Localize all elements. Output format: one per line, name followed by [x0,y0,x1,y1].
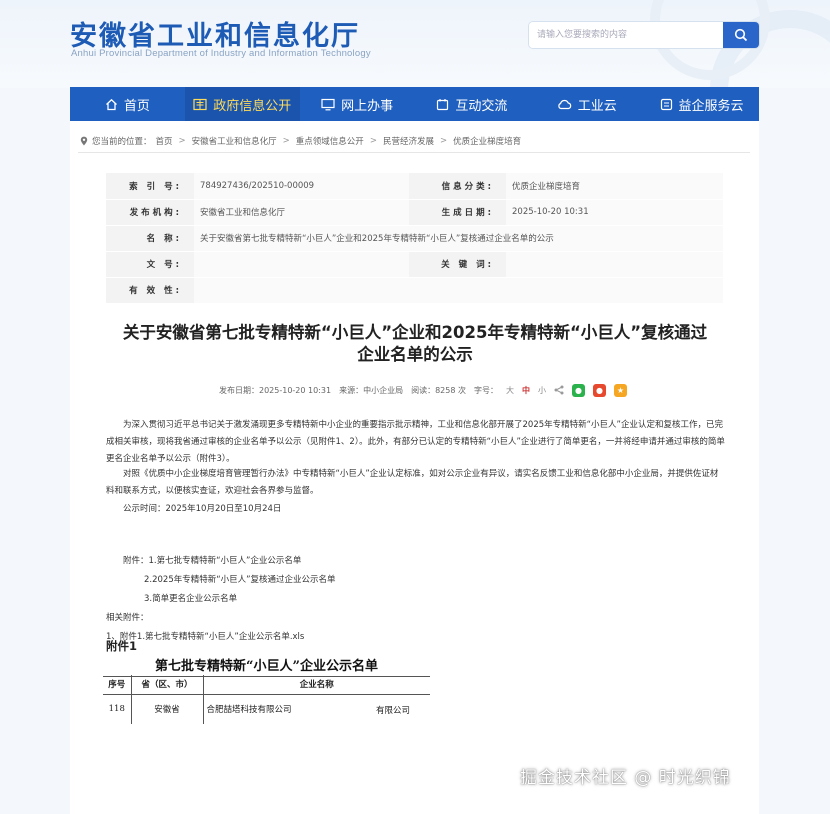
document-meta-table: 索 引 号: 784927436/202510-00009 信息分类: 优质企业… [106,173,723,304]
search-icon [734,28,748,42]
attachment-item: 2.2025年专精特新“小巨人”复核通过企业公示名单 [144,575,336,585]
meta-value [194,251,409,278]
divider [78,152,750,153]
wechat-share-icon[interactable]: ● [572,383,585,397]
search-button[interactable] [723,22,759,48]
breadcrumb-item[interactable]: 安徽省工业和信息化厅 [192,135,277,147]
article-paragraph: 为深入贯彻习近平总书记关于激发涌现更多专精特新中小企业的重要指示批示精神，工业和… [106,420,725,464]
attachment-list: 附件：1.第七批专精特新“小巨人”企业公示名单 2.2025年专精特新“小巨人”… [106,552,506,647]
article-info-bar: 发布日期：2025-10-20 10:31 来源：中小企业局 阅读：8258 次… [219,382,627,398]
table-header: 省（区、市） [131,675,204,695]
table-cell-extra: 有限公司 [376,706,411,716]
table-header: 序号 [103,675,132,695]
meta-label: 生成日期: [409,199,506,226]
breadcrumb-separator: > [439,136,448,146]
meta-label: 信息分类: [409,173,506,200]
publish-date: 发布日期：2025-10-20 10:31 [219,385,332,395]
meta-value: 2025-10-20 10:31 [506,199,723,226]
document-icon [193,98,207,110]
meta-label: 名 称: [106,225,194,252]
cloud-icon [558,99,571,110]
article-title: 关于安徽省第七批专精特新“小巨人”企业和2025年专精特新“小巨人”复核通过 企… [100,322,730,366]
publicity-period: 公示时间：2025年10月20日至10月24日 [123,504,282,514]
breadcrumb: 您当前的位置： 首页 > 安徽省工业和信息化厅 > 重点领域信息公开 > 民营经… [80,132,521,150]
attachment-heading: 附件1 [106,639,138,653]
meta-value [506,251,723,278]
breadcrumb-separator: > [369,136,377,146]
nav-label: 互动交流 [455,98,508,114]
site-subtitle: Anhui Provincial Department of Industry … [71,48,371,59]
meta-value: 安徽省工业和信息化厅 [194,199,409,226]
meta-value: 优质企业梯度培育 [506,173,723,200]
article-paragraph: 对照《优质中小企业梯度培育管理暂行办法》中专精特新“小巨人”企业认定标准，如对公… [106,469,719,496]
article-title-line: 关于安徽省第七批专精特新“小巨人”企业和2025年专精特新“小巨人”复核通过 [122,323,708,342]
nav-industry-cloud[interactable]: 工业云 [529,87,644,121]
nav-online-service[interactable]: 网上办事 [300,87,415,121]
nav-label: 首页 [123,98,150,114]
breadcrumb-prefix: 您当前的位置： [92,137,152,147]
search-input[interactable] [529,22,723,48]
meta-label: 有 效 性: [106,277,194,304]
table-cell: 安徽省 [131,694,204,724]
meta-label: 索 引 号: [106,173,194,200]
page-margin-right [759,121,830,814]
watermark: 掘金技术社区 @ 时光织锦 [520,768,731,788]
search-box [529,22,759,48]
nav-enterprise-service[interactable]: 益企服务云 [644,87,759,121]
nav-home[interactable]: 首页 [70,87,185,121]
page-margin-left [0,121,70,814]
table-cell: 118 [103,694,132,724]
attachment-item: 附件：1.第七批专精特新“小巨人”企业公示名单 [123,556,302,566]
home-icon [105,98,117,110]
font-size-label: 字号： [474,385,498,395]
site-header: 安徽省工业和信息化厅 Anhui Provincial Department o… [0,0,830,88]
nav-label: 益企服务云 [678,98,744,114]
location-pin-icon [80,136,88,146]
monitor-icon [321,98,335,110]
qzone-share-icon[interactable]: ★ [614,383,627,397]
service-icon [660,98,672,110]
meta-value: 关于安徽省第七批专精特新“小巨人”企业和2025年专精特新“小巨人”复核通过企业… [194,225,723,252]
weibo-share-icon[interactable]: ● [593,383,606,397]
nav-label: 工业云 [577,98,617,114]
attachment-item: 3.简单更名企业公示名单 [144,594,238,604]
related-file-link[interactable]: 1、附件1.第七批专精特新“小巨人”企业公示名单.xls [106,628,506,647]
meta-label: 发布机构: [106,199,194,226]
chat-icon [437,98,449,110]
breadcrumb-item[interactable]: 首页 [156,135,173,147]
article-title-line: 企业名单的公示 [357,345,473,364]
breadcrumb-item[interactable]: 优质企业梯度培育 [453,135,521,147]
table-header: 企业名称 [203,675,430,695]
nav-gov-info[interactable]: 政府信息公开 [184,87,300,121]
meta-label: 关 键 词: [409,251,506,278]
meta-value: 784927436/202510-00009 [194,173,409,200]
meta-value [194,277,723,304]
view-count: 阅读：8258 次 [411,385,466,395]
font-size-medium-button[interactable]: 中 [522,385,530,396]
main-nav: 首页 政府信息公开 网上办事 互动交流 工业云 益企服务云 [70,87,759,121]
nav-interaction[interactable]: 互动交流 [414,87,529,121]
source: 来源：中小企业局 [339,385,404,395]
nav-label: 政府信息公开 [213,98,292,114]
font-size-small-button[interactable]: 小 [538,385,546,396]
breadcrumb-item[interactable]: 民营经济发展 [383,135,434,147]
breadcrumb-separator: > [178,136,186,146]
attachment-table: 序号 省（区、市） 企业名称 118 安徽省 合肥喆塔科技有限公司 [103,675,430,724]
meta-label: 文 号: [106,251,194,278]
attachment-table-title: 第七批专精特新“小巨人”企业公示名单 [103,655,430,677]
breadcrumb-item[interactable]: 重点领域信息公开 [296,135,364,147]
related-attachments-label: 相关附件： [106,613,149,623]
breadcrumb-separator: > [282,136,290,146]
share-icon[interactable] [554,385,564,395]
nav-label: 网上办事 [341,98,394,114]
font-size-large-button[interactable]: 大 [506,385,514,396]
